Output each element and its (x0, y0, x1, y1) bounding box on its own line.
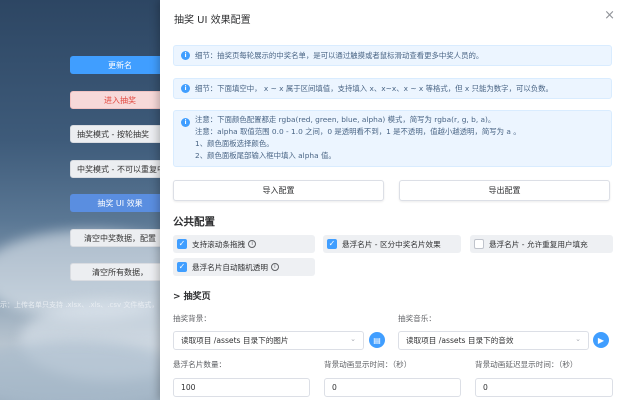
checkbox-scrollbar-drag[interactable]: ✓ 支持滚动条拖拽 i (173, 235, 315, 253)
checkbox-distinguish-cards[interactable]: ✓ 悬浮名片 - 区分中奖名片效果 (323, 235, 461, 253)
count-input-value: 100 (181, 383, 196, 392)
info-icon: i (181, 84, 190, 93)
checkbox-label: 悬浮名片自动随机透明 (192, 262, 268, 272)
count-label: 悬浮名片数量： (173, 360, 227, 369)
clear-all-button[interactable]: 清空所有数据， (70, 263, 170, 281)
enter-lottery-button[interactable]: 进入抽奖 (70, 91, 170, 109)
bg-select-value: 读取项目 /assets 目录下的图片 (181, 336, 289, 345)
bg-anim-label: 背景动画显示时间：（秒） (324, 360, 412, 369)
alert-text: 细节：抽奖页每轮展示的中奖名单，是可以通过触摸或者鼠标滑动查看更多中奖人员的。 (195, 51, 484, 60)
alert-text: 注意：下面颜色配置都走 rgba(red, green, blue, alpha… (195, 114, 521, 162)
bg-anim-input[interactable]: 0 (324, 378, 461, 397)
ui-config-dialog: 抽奖 UI 效果配置 × i 细节：抽奖页每轮展示的中奖名单，是可以通过触摸或者… (160, 0, 631, 400)
ui-effect-button[interactable]: 抽奖 UI 效果 (70, 194, 170, 212)
music-select[interactable]: 读取项目 /assets 目录下的音效 ⌄ (398, 331, 589, 350)
checkbox-allow-repeat[interactable]: 悬浮名片 - 允许重复用户填充 (470, 235, 613, 253)
check-icon: ✓ (177, 262, 187, 272)
alert-color-tip: i 注意：下面颜色配置都走 rgba(red, green, blue, alp… (173, 110, 612, 167)
info-icon: i (181, 51, 190, 60)
chevron-down-icon: ⌄ (350, 335, 356, 343)
checkbox-label: 悬浮名片 - 允许重复用户填充 (489, 239, 588, 249)
close-icon[interactable]: × (604, 8, 615, 23)
clear-winners-button[interactable]: 清空中奖数据，配置 (70, 229, 170, 247)
bg-delay-input[interactable]: 0 (475, 378, 613, 397)
alert-line: 1、颜色面板选择颜色。 (195, 139, 274, 148)
bg-select[interactable]: 读取项目 /assets 目录下的图片 ⌄ (173, 331, 364, 350)
alert-line: 注意：alpha 取值范围 0.0 - 1.0 之间，0 是透明看不到，1 是不… (195, 127, 521, 136)
checkbox-empty (474, 239, 484, 249)
music-select-value: 读取项目 /assets 目录下的音效 (406, 336, 514, 345)
checkbox-auto-opacity[interactable]: ✓ 悬浮名片自动随机透明 i (173, 258, 315, 276)
checkbox-label: 悬浮名片 - 区分中奖名片效果 (342, 239, 441, 249)
upload-hint: 示：上传名单只支持 .xlsx、.xls、.csv 文件格式， (0, 301, 159, 309)
lottery-page-heading: > 抽奖页 (173, 292, 211, 302)
file-icon[interactable]: ▤ (369, 332, 385, 348)
alert-text: 细节：下面填空中， x ~ x 属于区间填值，支持填入 x、x~x、x ~ x … (195, 84, 553, 93)
update-list-button[interactable]: 更新名 (70, 56, 170, 74)
info-icon[interactable]: i (248, 240, 257, 248)
alert-line: 2、颜色面板尾部输入框中填入 alpha 值。 (195, 151, 336, 160)
music-label: 抽奖音乐： (398, 314, 436, 323)
bg-delay-input-value: 0 (483, 383, 488, 392)
bg-label: 抽奖背景： (173, 314, 211, 323)
info-icon: i (181, 118, 190, 127)
checkbox-label: 支持滚动条拖拽 (192, 239, 246, 249)
check-icon: ✓ (177, 239, 187, 249)
alert-range-tip: i 细节：下面填空中， x ~ x 属于区间填值，支持填入 x、x~x、x ~ … (173, 78, 612, 99)
import-config-button[interactable]: 导入配置 (173, 180, 384, 201)
dialog-title: 抽奖 UI 效果配置 (174, 15, 251, 26)
export-config-button[interactable]: 导出配置 (399, 180, 610, 201)
info-icon[interactable]: i (270, 263, 279, 271)
alert-scroll-tip: i 细节：抽奖页每轮展示的中奖名单，是可以通过触摸或者鼠标滑动查看更多中奖人员的… (173, 45, 612, 66)
alert-line: 注意：下面颜色配置都走 rgba(red, green, blue, alpha… (195, 115, 496, 124)
check-icon: ✓ (327, 239, 337, 249)
bg-anim-input-value: 0 (332, 383, 337, 392)
public-config-heading: 公共配置 (173, 216, 215, 228)
count-input[interactable]: 100 (173, 378, 310, 397)
win-mode-button[interactable]: 中奖模式 - 不可以重复中 (70, 160, 170, 178)
lottery-mode-button[interactable]: 抽奖模式 - 按轮抽奖 (70, 125, 170, 143)
bg-delay-label: 背景动画延迟显示时间：（秒） (475, 360, 578, 369)
play-icon[interactable]: ▶ (593, 332, 609, 348)
chevron-down-icon: ⌄ (575, 335, 581, 343)
